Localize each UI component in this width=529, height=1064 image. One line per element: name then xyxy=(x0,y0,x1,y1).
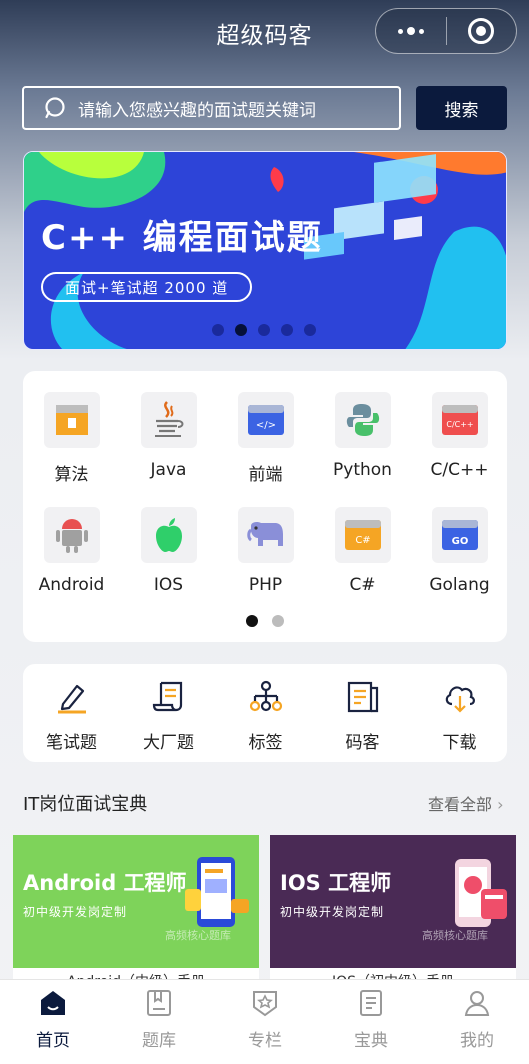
document-icon xyxy=(347,681,378,713)
tab-column[interactable]: 专栏 xyxy=(212,988,318,1051)
tile-title: Android 工程师 xyxy=(23,871,187,895)
banner-carousel[interactable]: C++ 编程面试题 面试+笔试超 2000 道 xyxy=(23,151,507,350)
tool-download[interactable]: 下载 xyxy=(411,680,508,753)
profile-icon xyxy=(464,991,490,1016)
svg-text:</>: </> xyxy=(255,420,275,431)
view-all-link[interactable]: 查看全部 › xyxy=(428,791,504,815)
tool-makers[interactable]: 码客 xyxy=(314,680,411,753)
apple-icon xyxy=(155,518,182,552)
book-icon xyxy=(360,990,382,1016)
target-icon xyxy=(468,18,495,44)
category-item-cpp[interactable]: C/C++ C/C++ xyxy=(411,392,508,480)
cloud-download-icon xyxy=(445,686,475,713)
tab-home[interactable]: 首页 xyxy=(0,988,106,1051)
golang-icon: GO xyxy=(441,520,478,550)
handbook-card-ios[interactable]: IOS 工程师 初中级开发岗定制 高频核心题库 xyxy=(270,835,516,979)
category-item-golang[interactable]: GO Golang xyxy=(411,507,508,595)
category-item-android[interactable]: Android xyxy=(23,507,120,595)
tile-subtitle: 初中级开发岗定制 xyxy=(280,905,385,919)
close-program-button[interactable] xyxy=(447,9,517,53)
mini-program-capsule xyxy=(375,8,517,54)
search-icon xyxy=(45,97,65,119)
tool-written-test[interactable]: 笔试题 xyxy=(23,680,120,753)
chevron-right-icon: › xyxy=(497,795,504,814)
home-icon xyxy=(41,991,65,1015)
csharp-icon: C# xyxy=(344,520,381,550)
tool-tags[interactable]: 标签 xyxy=(217,680,314,753)
category-grid: 算法 Java </> 前端 Python C/C++ C/C++ Androi… xyxy=(23,371,507,642)
tile-watermark: 高频核心题库 xyxy=(422,929,488,942)
banner-title: C++ 编程面试题 xyxy=(41,218,323,258)
question-bank-icon xyxy=(147,990,171,1016)
tool-big-company[interactable]: 大厂题 xyxy=(120,680,217,753)
category-item-frontend[interactable]: </> 前端 xyxy=(217,392,314,485)
quick-tools: 笔试题 大厂题 标签 码客 下载 xyxy=(23,664,507,762)
more-dots-icon xyxy=(397,27,424,35)
category-item-algorithm[interactable]: 算法 xyxy=(23,392,120,485)
search-placeholder: 请输入您感兴趣的面试题关键词 xyxy=(78,100,316,121)
scroll-icon xyxy=(152,681,182,712)
svg-text:GO: GO xyxy=(451,536,468,547)
svg-text:C/C++: C/C++ xyxy=(446,420,473,429)
tile-watermark: 高频核心题库 xyxy=(165,929,231,942)
category-item-csharp[interactable]: C# C# xyxy=(314,507,411,595)
category-item-python[interactable]: Python xyxy=(314,392,411,480)
more-menu-button[interactable] xyxy=(376,9,446,53)
category-item-ios[interactable]: IOS xyxy=(120,507,217,595)
algorithm-box-icon xyxy=(55,405,88,435)
carousel-indicator xyxy=(212,324,316,336)
tile-title: IOS 工程师 xyxy=(280,871,392,895)
tile-subtitle: 初中级开发岗定制 xyxy=(23,905,128,919)
search-button[interactable]: 搜索 xyxy=(416,86,507,130)
tab-question-bank[interactable]: 题库 xyxy=(106,988,212,1051)
category-page-indicator xyxy=(246,615,284,627)
cpp-icon: C/C++ xyxy=(441,405,478,435)
svg-text:C#: C# xyxy=(355,535,370,546)
java-cup-icon xyxy=(154,401,183,437)
php-elephant-icon xyxy=(246,522,283,546)
category-item-php[interactable]: PHP xyxy=(217,507,314,595)
category-item-java[interactable]: Java xyxy=(120,392,217,480)
tab-handbook[interactable]: 宝典 xyxy=(318,988,424,1051)
pencil-icon xyxy=(57,684,86,714)
section-title: IT岗位面试宝典 xyxy=(23,794,148,815)
hierarchy-icon xyxy=(249,680,282,712)
handbook-card-android[interactable]: Android 工程师 初中级开发岗定制 高频核心题库 xyxy=(13,835,259,979)
frontend-code-icon: </> xyxy=(247,405,284,435)
column-star-icon xyxy=(253,991,277,1017)
python-icon xyxy=(346,404,379,436)
tab-profile[interactable]: 我的 xyxy=(424,988,529,1051)
bottom-tab-bar: 首页 题库 专栏 宝典 我的 xyxy=(0,979,529,1064)
android-icon xyxy=(55,519,88,553)
banner-subtitle: 面试+笔试超 2000 道 xyxy=(41,272,253,302)
top-bar: 超级码客 xyxy=(0,0,529,66)
search-input[interactable]: 请输入您感兴趣的面试题关键词 xyxy=(22,86,401,130)
